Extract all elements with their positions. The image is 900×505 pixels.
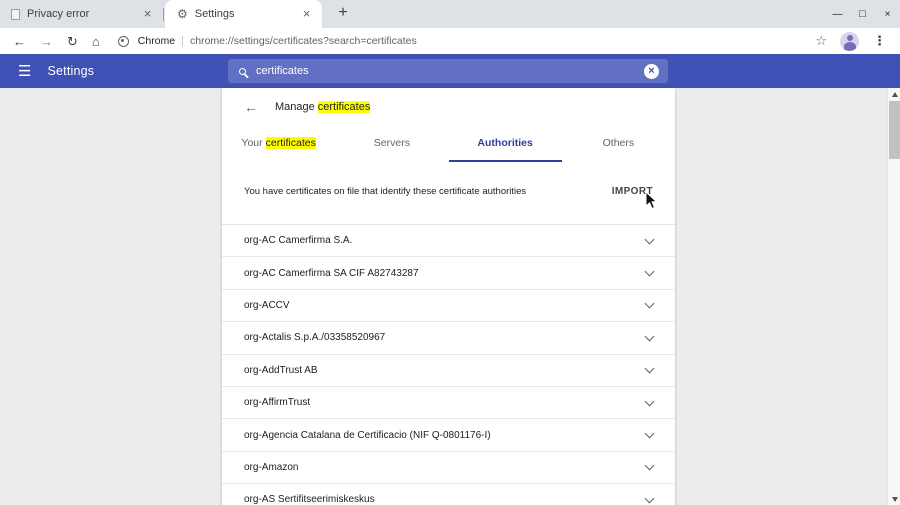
browser-window: Privacy error × ⚙ Settings × + — □ × ← →… xyxy=(0,0,900,505)
settings-search-input[interactable] xyxy=(256,65,644,77)
vertical-scrollbar[interactable] xyxy=(887,88,900,505)
maximize-button[interactable]: □ xyxy=(850,0,875,28)
page-content: ← Managecertificates Yourcertificates Se… xyxy=(0,88,900,505)
certificate-name: org-Amazon xyxy=(244,462,298,473)
chevron-down-icon[interactable] xyxy=(645,364,655,374)
chevron-down-icon[interactable] xyxy=(645,331,655,341)
certificate-name: org-AddTrust AB xyxy=(244,365,318,376)
card-header: ← Managecertificates xyxy=(222,88,675,126)
certificate-row[interactable]: org-Amazon xyxy=(222,452,675,484)
certificate-row[interactable]: org-ACCV xyxy=(222,290,675,322)
certificate-row[interactable]: org-AddTrust AB xyxy=(222,355,675,387)
chevron-down-icon[interactable] xyxy=(645,299,655,309)
profile-avatar[interactable] xyxy=(840,32,859,51)
chevron-down-icon[interactable] xyxy=(645,396,655,406)
new-tab-button[interactable]: + xyxy=(333,4,353,24)
reload-icon[interactable]: ↻ xyxy=(67,35,78,48)
url-separator: | xyxy=(181,35,184,47)
tab-label: Your xyxy=(241,137,262,149)
authorities-description: You have certificates on file that ident… xyxy=(244,186,602,197)
clear-search-icon[interactable]: × xyxy=(644,64,659,79)
forward-icon[interactable]: → xyxy=(40,35,53,48)
page-favicon-icon xyxy=(11,9,20,20)
scroll-up-icon xyxy=(892,92,898,97)
close-tab-icon[interactable]: × xyxy=(299,7,314,22)
tab-label-highlight: certificates xyxy=(266,137,316,149)
certificate-row[interactable]: org-Actalis S.p.A./03358520967 xyxy=(222,322,675,354)
certificate-name: org-Actalis S.p.A./03358520967 xyxy=(244,332,385,343)
tab-settings[interactable]: ⚙ Settings × xyxy=(165,0,322,28)
tab-your-certificates[interactable]: Your certificates xyxy=(222,126,335,162)
scroll-up-button[interactable] xyxy=(888,88,900,100)
certificate-row[interactable]: org-AffirmTrust xyxy=(222,387,675,419)
certificate-row[interactable]: org-AC Camerfirma S.A. xyxy=(222,225,675,257)
certificate-row[interactable]: org-AS Sertifitseerimiskeskus xyxy=(222,484,675,505)
site-label[interactable]: Chrome xyxy=(138,35,175,47)
certificates-card: ← Managecertificates Yourcertificates Se… xyxy=(222,88,675,505)
page-title-text: Manage xyxy=(275,101,315,113)
tab-title: Settings xyxy=(195,8,299,20)
nav-right-group: ☆ ⋮ xyxy=(808,32,894,51)
scrollbar-thumb[interactable] xyxy=(889,101,900,159)
chevron-down-icon[interactable] xyxy=(645,267,655,277)
certificate-name: org-AC Camerfirma SA CIF A82743287 xyxy=(244,268,419,279)
chevron-down-icon[interactable] xyxy=(645,461,655,471)
minimize-button[interactable]: — xyxy=(825,0,850,28)
chevron-down-icon[interactable] xyxy=(645,493,655,503)
page-back-icon[interactable]: ← xyxy=(244,100,258,114)
certificate-name: org-Agencia Catalana de Certificacio (NI… xyxy=(244,430,491,441)
address-url[interactable]: chrome://settings/certificates?search=ce… xyxy=(190,35,417,47)
chevron-down-icon[interactable] xyxy=(645,234,655,244)
tab-privacy-error[interactable]: Privacy error × xyxy=(0,0,163,28)
certificate-name: org-AS Sertifitseerimiskeskus xyxy=(244,494,375,505)
scroll-down-icon xyxy=(892,497,898,502)
chevron-down-icon[interactable] xyxy=(645,429,655,439)
navigation-bar: ← → ↻ ⌂ Chrome | chrome://settings/certi… xyxy=(0,28,900,54)
tab-others[interactable]: Others xyxy=(562,126,675,162)
home-icon[interactable]: ⌂ xyxy=(92,35,100,48)
close-tab-icon[interactable]: × xyxy=(140,7,155,22)
certificate-name: org-ACCV xyxy=(244,300,290,311)
tab-servers[interactable]: Servers xyxy=(335,126,448,162)
certificate-tabs: Your certificates Servers Authorities Oth… xyxy=(222,126,675,162)
menu-more-icon[interactable]: ⋮ xyxy=(873,33,886,49)
back-icon[interactable]: ← xyxy=(13,35,26,48)
bookmark-star-icon[interactable]: ☆ xyxy=(815,33,827,49)
tab-title: Privacy error xyxy=(27,8,140,20)
page-title: Managecertificates xyxy=(275,101,370,113)
certificate-name: org-AffirmTrust xyxy=(244,397,310,408)
window-controls: — □ × xyxy=(825,0,900,28)
tab-separator xyxy=(163,8,164,21)
tab-strip: Privacy error × ⚙ Settings × + — □ × xyxy=(0,0,900,28)
certificate-row[interactable]: org-Agencia Catalana de Certificacio (NI… xyxy=(222,419,675,451)
site-info-icon[interactable] xyxy=(118,36,129,47)
hamburger-menu-icon[interactable]: ☰ xyxy=(18,64,31,79)
import-button[interactable]: IMPORT xyxy=(612,186,653,197)
search-icon xyxy=(239,68,246,75)
settings-toolbar: ☰ Settings × xyxy=(0,54,900,88)
scroll-down-button[interactable] xyxy=(888,493,900,505)
settings-title: Settings xyxy=(47,64,94,78)
settings-gear-favicon-icon: ⚙ xyxy=(177,8,188,20)
window-close-button[interactable]: × xyxy=(875,0,900,28)
description-row: You have certificates on file that ident… xyxy=(222,162,675,225)
page-title-highlight: certificates xyxy=(318,101,371,113)
authorities-list: org-AC Camerfirma S.A. org-AC Camerfirma… xyxy=(222,225,675,505)
certificate-row[interactable]: org-AC Camerfirma SA CIF A82743287 xyxy=(222,257,675,289)
tab-authorities[interactable]: Authorities xyxy=(449,126,562,162)
settings-search-box[interactable]: × xyxy=(228,59,668,83)
certificate-name: org-AC Camerfirma S.A. xyxy=(244,235,352,246)
